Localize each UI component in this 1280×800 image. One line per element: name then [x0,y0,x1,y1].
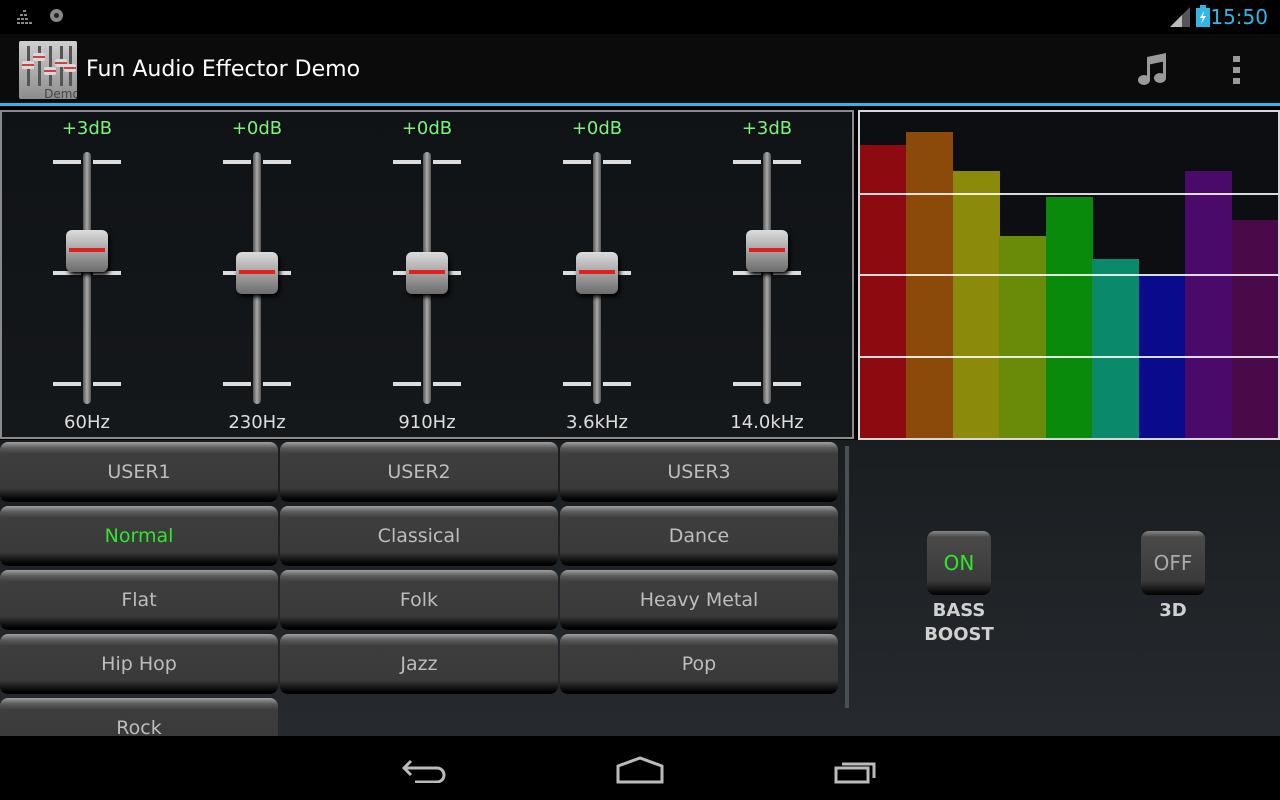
slider-tick-mark [223,160,251,164]
slider-thumb[interactable] [236,252,278,294]
band-gain-label: +0dB [231,118,283,139]
preset-button-classical[interactable]: Classical [280,506,558,566]
battery-charging-icon [1196,5,1210,27]
recent-apps-button[interactable] [827,750,887,790]
equalizer-app-logo-icon: Demo [22,46,80,101]
visualizer-gridline [860,192,1278,195]
band-frequency-label: 3.6kHz [565,412,629,433]
preset-button-user1[interactable]: USER1 [0,442,278,502]
home-button[interactable] [610,750,670,790]
disc-notification-icon [50,9,63,22]
back-icon [401,759,446,783]
band-frequency-label: 60Hz [64,412,110,433]
spectrum-bar [1185,170,1233,438]
slider-thumb[interactable] [406,252,448,294]
preset-button-user3[interactable]: USER3 [560,442,838,502]
band-frequency-label: 14.0kHz [730,412,804,433]
bass-boost-label-line1: BASS [932,600,986,621]
spectrum-bar [1231,219,1278,438]
slider-tick-mark [93,382,121,386]
spectrum-bar [1045,196,1093,438]
slider-tick-mark [433,160,461,164]
eq-band: +0dB 230Hz [172,112,342,437]
slider-tick-mark [223,382,251,386]
clock: 15:50 [1210,5,1268,29]
spectrum-visualizer [858,110,1280,440]
overflow-menu-button[interactable] [1215,48,1259,92]
music-note-icon [1138,53,1166,85]
slider-tick-mark [393,382,421,386]
slider-tick-mark [603,160,631,164]
band-gain-label: +3dB [741,118,793,139]
signal-icon [1170,7,1190,27]
slider-track[interactable] [83,152,91,404]
preset-button-hip-hop[interactable]: Hip Hop [0,634,278,694]
slider-tick-mark [773,382,801,386]
slider-tick-mark [563,382,591,386]
slider-tick-mark [53,160,81,164]
bass-boost-toggle[interactable]: ON [927,531,991,595]
preset-button-dance[interactable]: Dance [560,506,838,566]
music-button[interactable] [1130,48,1174,92]
band-gain-label: +3dB [61,118,113,139]
back-button[interactable] [394,750,454,790]
visualizer-gridline [860,274,1278,276]
spectrum-bar [1092,258,1140,438]
slider-thumb[interactable] [746,229,788,272]
action-bar: Demo Fun Audio Effector Demo [0,34,1280,106]
slider-tick-mark [393,160,421,164]
preset-button-pop[interactable]: Pop [560,634,838,694]
band-gain-label: +0dB [571,118,623,139]
slider-thumb[interactable] [576,252,618,294]
controls-area: USER1 USER2 USER3 Normal Classical Dance Flat F… [0,440,1280,758]
slider-tick-mark [773,160,801,164]
3d-label: 3D [1159,600,1187,621]
home-icon [616,756,664,784]
app-icon: Demo [19,41,80,101]
spectrum-bar [860,144,907,438]
eq-band: +3dB 60Hz [2,112,172,437]
slider-tick-mark [93,160,121,164]
equalizer-notification-icon [17,10,32,24]
eq-band: +3dB 14.0kHz [682,112,852,437]
band-frequency-label: 230Hz [228,412,286,433]
slider-tick-mark [263,382,291,386]
preset-button-flat[interactable]: Flat [0,570,278,630]
slider-tick-mark [53,382,81,386]
bass-boost-label-line2: BOOST [924,624,994,645]
slider-tick-mark [263,160,291,164]
slider-track[interactable] [763,152,771,404]
bass-boost-label: BASS BOOST [899,599,1019,647]
status-bar: 15:50 [0,0,1280,34]
band-gain-label: +0dB [401,118,453,139]
slider-tick-mark [603,382,631,386]
preset-button-heavy-metal[interactable]: Heavy Metal [560,570,838,630]
slider-tick-mark [563,160,591,164]
spectrum-bar [906,131,954,438]
app-icon-badge: Demo [44,87,77,99]
slider-tick-mark [433,382,461,386]
slider-tick-mark [733,382,761,386]
spectrum-bar [952,170,1000,438]
eq-band: +0dB 3.6kHz [512,112,682,437]
slider-thumb[interactable] [66,229,108,272]
slider-tick-mark [733,160,761,164]
preset-button-jazz[interactable]: Jazz [280,634,558,694]
visualizer-gridline [860,355,1278,358]
preset-button-user2[interactable]: USER2 [280,442,558,502]
preset-list-scrollbar[interactable] [845,446,849,708]
app-title: Fun Audio Effector Demo [86,57,361,82]
overflow-menu-icon [1233,56,1240,84]
preset-button-normal[interactable]: Normal [0,506,278,566]
preset-button-folk[interactable]: Folk [280,570,558,630]
3d-toggle[interactable]: OFF [1141,531,1205,595]
eq-band: +0dB 910Hz [342,112,512,437]
equalizer-panel: +3dB 60Hz +0dB 230Hz +0dB 910Hz +0dB 3.6kHz +3dB… [0,110,854,439]
recent-apps-icon [834,762,876,784]
navigation-bar [0,736,1280,800]
spectrum-bar [999,235,1047,438]
band-frequency-label: 910Hz [398,412,456,433]
